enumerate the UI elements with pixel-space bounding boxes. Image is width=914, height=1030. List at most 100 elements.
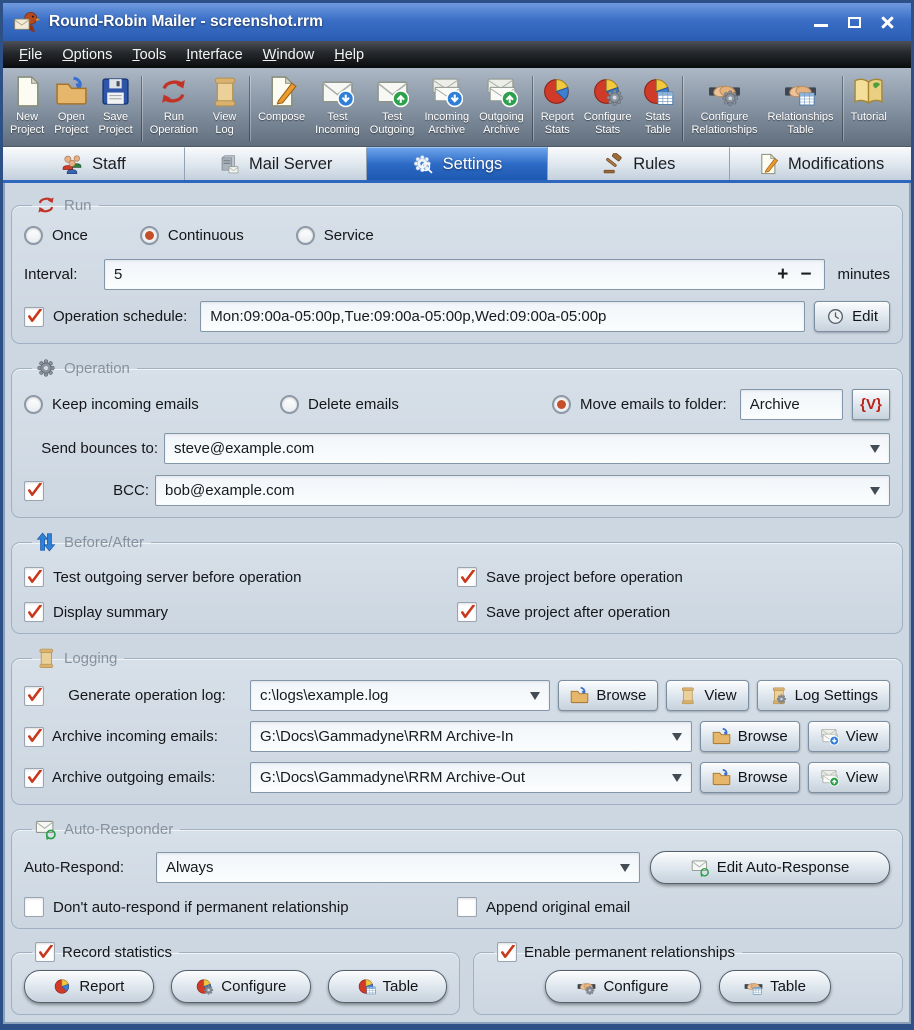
tab-modifications[interactable]: Modifications (730, 147, 911, 180)
dropdown-arrow-icon[interactable] (870, 487, 880, 495)
interval-increment-button[interactable]: + (777, 264, 788, 286)
menu-interface[interactable]: Interface (176, 43, 252, 67)
tab-rules[interactable]: Rules (548, 147, 730, 180)
stats-configure-button[interactable]: Configure (171, 970, 311, 1003)
archive-incoming-combo[interactable]: G:\Docs\Gammadyne\RRM Archive-In (250, 721, 692, 752)
edit-schedule-button[interactable]: Edit (814, 301, 890, 332)
toolbar-button-test-outgoing[interactable]: TestOutgoing (365, 71, 420, 146)
close-button[interactable] (879, 15, 895, 29)
log-file-combo[interactable]: c:\logs\example.log (250, 680, 550, 711)
checkmark-icon (460, 570, 475, 585)
before-after-arrows-icon (35, 531, 57, 553)
settings-panel: Run Once Continuous Service Interval: 5 (3, 183, 911, 1015)
radio-service-circle[interactable] (296, 226, 315, 245)
radio-once[interactable]: Once (24, 226, 88, 245)
radio-once-circle[interactable] (24, 226, 43, 245)
toolbar-button-configure-relationships[interactable]: ConfigureRelationships (686, 71, 762, 146)
radio-keep-incoming[interactable]: Keep incoming emails (24, 395, 280, 414)
archive-outgoing-checkbox[interactable] (24, 768, 44, 788)
toolbar-button-open-project[interactable]: OpenProject (49, 71, 93, 146)
log-browse-button[interactable]: Browse (558, 680, 658, 711)
interval-decrement-button[interactable]: − (800, 264, 811, 286)
radio-service[interactable]: Service (296, 226, 374, 245)
radio-keep-incoming-circle[interactable] (24, 395, 43, 414)
dropdown-arrow-icon[interactable] (530, 692, 540, 700)
dropdown-arrow-icon[interactable] (870, 445, 880, 453)
toolbar-button-stats-table[interactable]: StatsTable (636, 71, 679, 146)
generate-log-checkbox[interactable] (24, 686, 44, 706)
toolbar-button-outgoing-archive[interactable]: OutgoingArchive (474, 71, 529, 146)
archive-outgoing-browse-button[interactable]: Browse (700, 762, 800, 793)
radio-delete-emails-circle[interactable] (280, 395, 299, 414)
check-test-outgoing[interactable]: Test outgoing server before operation (24, 567, 457, 587)
toolbar-button-new-project[interactable]: NewProject (5, 71, 49, 146)
radio-continuous[interactable]: Continuous (140, 226, 244, 245)
dropdown-arrow-icon[interactable] (672, 733, 682, 741)
clock-icon (826, 307, 845, 326)
toolbar-separator (682, 76, 683, 141)
menu-file[interactable]: File (9, 43, 52, 67)
radio-move-emails-circle[interactable] (552, 395, 571, 414)
toolbar-button-incoming-archive[interactable]: IncomingArchive (419, 71, 474, 146)
archive-incoming-checkbox[interactable] (24, 727, 44, 747)
stats-table-button[interactable]: Table (328, 970, 447, 1003)
toolbar-button-test-incoming[interactable]: TestIncoming (310, 71, 365, 146)
menu-window[interactable]: Window (253, 43, 325, 67)
tab-settings[interactable]: Settings (367, 147, 549, 180)
stats-report-button[interactable]: Report (24, 970, 154, 1003)
toolbar-button-compose[interactable]: Compose (253, 71, 310, 146)
move-folder-input[interactable]: Archive (740, 389, 843, 420)
check-save-after[interactable]: Save project after operation (457, 602, 890, 622)
tab-staff[interactable]: Staff (3, 147, 185, 180)
folder-icon (570, 686, 589, 705)
toolbar-button-configure-stats[interactable]: ConfigureStats (579, 71, 637, 146)
send-bounces-combo[interactable]: steve@example.com (164, 433, 890, 464)
toolbar-button-report-stats[interactable]: ReportStats (536, 71, 579, 146)
dropdown-arrow-icon[interactable] (620, 864, 630, 872)
log-settings-button[interactable]: Log Settings (757, 680, 890, 711)
toolbar-button-save-project[interactable]: SaveProject (94, 71, 138, 146)
toolbar: NewProject OpenProject SaveProject RunOp… (3, 68, 911, 147)
toolbar-button-tutorial[interactable]: Tutorial (846, 71, 892, 146)
log-view-button[interactable]: View (666, 680, 748, 711)
minimize-button[interactable] (813, 15, 829, 29)
operation-schedule-input[interactable]: Mon:09:00a-05:00p,Tue:09:00a-05:00p,Wed:… (200, 301, 805, 332)
tab-mail-server[interactable]: Mail Server (185, 147, 367, 180)
check-display-summary[interactable]: Display summary (24, 602, 457, 622)
operation-schedule-checkbox[interactable] (24, 307, 44, 327)
menu-tools[interactable]: Tools (122, 43, 176, 67)
check-dont-auto-respond[interactable]: Don't auto-respond if permanent relation… (24, 897, 457, 917)
archive-incoming-browse-button[interactable]: Browse (700, 721, 800, 752)
interval-input[interactable]: 5 + − (104, 259, 825, 290)
toolbar-button-relationships-table[interactable]: RelationshipsTable (763, 71, 839, 146)
toolbar-button-run-operation[interactable]: RunOperation (145, 71, 203, 146)
archive-outgoing-view-button[interactable]: View (808, 762, 890, 793)
archive-incoming-view-button[interactable]: View (808, 721, 890, 752)
check-append-original[interactable]: Append original email (457, 897, 890, 917)
dropdown-arrow-icon[interactable] (672, 774, 682, 782)
relationships-table-button[interactable]: Table (719, 970, 831, 1003)
maximize-button[interactable] (846, 15, 862, 29)
pie-gear-icon (195, 977, 214, 996)
edit-auto-response-button[interactable]: Edit Auto-Response (650, 851, 890, 884)
handshake-table-icon (744, 977, 763, 996)
log-settings-icon (769, 686, 788, 705)
bcc-checkbox[interactable] (24, 481, 44, 501)
relationships-configure-button[interactable]: Configure (545, 970, 701, 1003)
radio-continuous-circle[interactable] (140, 226, 159, 245)
menu-help[interactable]: Help (324, 43, 374, 67)
logging-scroll-icon (35, 647, 57, 669)
archive-outgoing-combo[interactable]: G:\Docs\Gammadyne\RRM Archive-Out (250, 762, 692, 793)
variable-insert-button[interactable]: {V} (852, 389, 890, 420)
toolbar-button-view-log[interactable]: ViewLog (203, 71, 246, 146)
record-statistics-checkbox[interactable] (35, 942, 55, 962)
auto-responder-group: Auto-Responder Auto-Respond: Always Edit… (11, 818, 903, 929)
bcc-combo[interactable]: bob@example.com (155, 475, 890, 506)
auto-respond-combo[interactable]: Always (156, 852, 640, 883)
radio-delete-emails[interactable]: Delete emails (280, 395, 552, 414)
logging-group-title: Logging (64, 650, 117, 667)
enable-relationships-checkbox[interactable] (497, 942, 517, 962)
menu-options[interactable]: Options (52, 43, 122, 67)
check-save-before[interactable]: Save project before operation (457, 567, 890, 587)
radio-move-emails[interactable]: Move emails to folder: Archive {V} (552, 389, 890, 420)
